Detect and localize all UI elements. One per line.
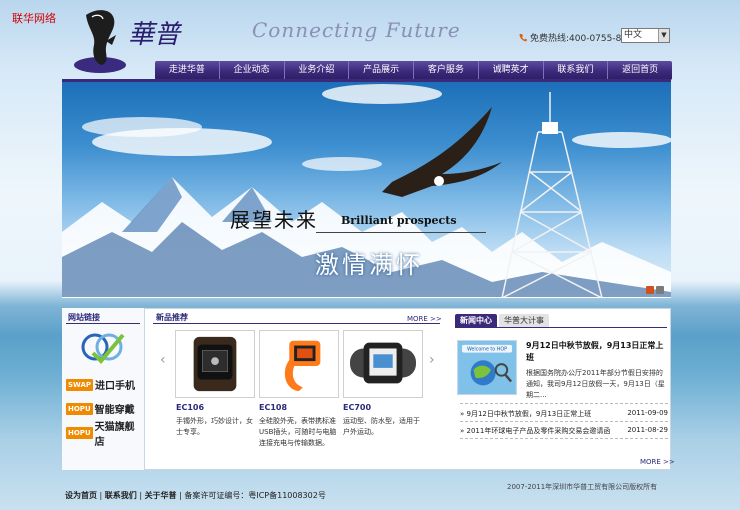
product-name[interactable]: EC108 bbox=[259, 403, 287, 412]
slogan: Connecting Future bbox=[252, 18, 461, 42]
svg-text:華普: 華普 bbox=[128, 20, 183, 50]
brand-text: 天猫旗舰店 bbox=[94, 421, 135, 448]
site-watermark: 联华网络 bbox=[12, 12, 56, 25]
products-title: 新品推荐 bbox=[156, 313, 188, 322]
carousel-next-icon[interactable]: › bbox=[429, 352, 435, 368]
brand-text: 智能穿戴 bbox=[94, 405, 135, 416]
links-title-rule bbox=[66, 323, 140, 324]
footer-link-about[interactable]: 关于华普 bbox=[145, 491, 177, 500]
news-item-date: 2011-09-09 bbox=[627, 409, 668, 417]
banner-pager[interactable] bbox=[656, 286, 664, 294]
news-divider bbox=[460, 421, 668, 422]
chevron-down-icon: ▼ bbox=[658, 29, 669, 42]
language-select[interactable]: 中文 ▼ bbox=[621, 28, 670, 43]
list-item[interactable]: » 9月12日中秋节放假，9月13日正常上班 2011-09-09 bbox=[460, 409, 668, 419]
news-divider bbox=[460, 438, 668, 439]
news-summary: 根据国务院办公厅2011年部分节假日安排的通知，我司9月12日放假一天，9月13… bbox=[526, 369, 665, 399]
news-divider bbox=[460, 403, 668, 404]
product-image-ec106[interactable] bbox=[175, 330, 255, 398]
news-item-date: 2011-08-29 bbox=[627, 426, 668, 434]
brand-tag: SWAP bbox=[66, 378, 93, 391]
nav-item-products[interactable]: 产品展示 bbox=[349, 61, 414, 80]
product-desc: 运动型、防水型，适用于户外运动。 bbox=[343, 417, 420, 436]
brand-text: 进口手机 bbox=[95, 381, 135, 392]
nav-item-news[interactable]: 企业动态 bbox=[220, 61, 285, 80]
product-desc: 手镯外形，巧妙设计，女士专享。 bbox=[176, 417, 253, 436]
news-tabs-rule bbox=[455, 327, 667, 328]
nav-item-contact[interactable]: 联系我们 bbox=[544, 61, 609, 80]
brand-tag: HOPU bbox=[66, 402, 93, 415]
news-item-title[interactable]: » 2011年环球电子产品及零件采购交易会邀请函 bbox=[460, 426, 610, 436]
footer-link-contact[interactable]: 联系我们 bbox=[105, 491, 137, 500]
brand-link-swap[interactable]: SWAP 进口手机 bbox=[66, 376, 141, 393]
banner-slogan-cn: 展望未来 bbox=[230, 208, 318, 232]
nav-item-business[interactable]: 业务介绍 bbox=[285, 61, 350, 80]
products-more-link[interactable]: MORE >> bbox=[407, 315, 442, 323]
tab-company-events[interactable]: 华普大计事 bbox=[499, 314, 549, 328]
news-thumbnail[interactable]: Welcome to HOP bbox=[457, 340, 517, 395]
product-name[interactable]: EC700 bbox=[343, 403, 371, 412]
list-item[interactable]: » 2011年环球电子产品及零件采购交易会邀请函 2011-08-29 bbox=[460, 426, 668, 436]
main-nav: 走进华普 企业动态 业务介绍 产品展示 客户服务 诚聘英才 联系我们 返回首页 bbox=[155, 61, 672, 80]
banner-pager-active[interactable] bbox=[646, 286, 654, 294]
banner-slogan-en: Brilliant prospects bbox=[341, 214, 457, 227]
nav-item-home[interactable]: 返回首页 bbox=[608, 61, 672, 80]
news-tabs: 新闻中心 华普大计事 bbox=[455, 314, 549, 328]
product-image-ec700[interactable] bbox=[343, 330, 423, 398]
news-item-title[interactable]: » 9月12日中秋节放假，9月13日正常上班 bbox=[460, 409, 591, 419]
footer-copyright: 2007-2011年深圳市华普工贸有限公司版权所有 bbox=[507, 483, 658, 491]
hero-banner: 展望未来 Brilliant prospects 激情满怀 bbox=[62, 82, 671, 298]
svg-text:Welcome to HOP: Welcome to HOP bbox=[467, 347, 507, 353]
carousel-prev-icon[interactable]: ‹ bbox=[160, 352, 166, 368]
brand-tag: HOPU bbox=[66, 426, 93, 439]
brand-link-wearable[interactable]: HOPU 智能穿戴 bbox=[66, 400, 141, 417]
nav-item-service[interactable]: 客户服务 bbox=[414, 61, 479, 80]
product-desc: 全硅胶外壳，表带携标准USB插头，可随时与电脑连接充电与传输数据。 bbox=[259, 417, 337, 447]
nav-item-about[interactable]: 走进华普 bbox=[155, 61, 220, 80]
links-title: 网站链接 bbox=[68, 313, 100, 322]
news-headline[interactable]: 9月12日中秋节放假，9月13日正常上班 bbox=[526, 340, 668, 364]
hotline-text: 免费热线:400-0755-848 bbox=[530, 34, 633, 44]
product-image-ec108[interactable] bbox=[259, 330, 339, 398]
products-title-rule bbox=[153, 323, 440, 324]
hotline: 免费热线:400-0755-848 bbox=[519, 31, 633, 44]
brand-link-tmall[interactable]: HOPU 天猫旗舰店 bbox=[66, 422, 141, 448]
tab-news-center[interactable]: 新闻中心 bbox=[455, 314, 497, 328]
banner-slogan-passion: 激情满怀 bbox=[315, 251, 423, 279]
links-logo-icon[interactable] bbox=[79, 327, 129, 369]
nav-item-careers[interactable]: 诚聘英才 bbox=[479, 61, 544, 80]
language-value: 中文 bbox=[624, 30, 643, 40]
footer-link-homepage[interactable]: 设为首页 bbox=[65, 491, 97, 500]
banner-divider bbox=[316, 232, 486, 233]
footer-links: 设为首页 | 联系我们 | 关于华普 | 备案许可证编号：粤ICP备110083… bbox=[65, 491, 326, 500]
footer-icp: 备案许可证编号：粤ICP备11008302号 bbox=[184, 491, 326, 500]
product-name[interactable]: EC106 bbox=[176, 403, 204, 412]
news-more-link[interactable]: MORE >> bbox=[640, 458, 675, 466]
phone-icon bbox=[519, 34, 527, 42]
